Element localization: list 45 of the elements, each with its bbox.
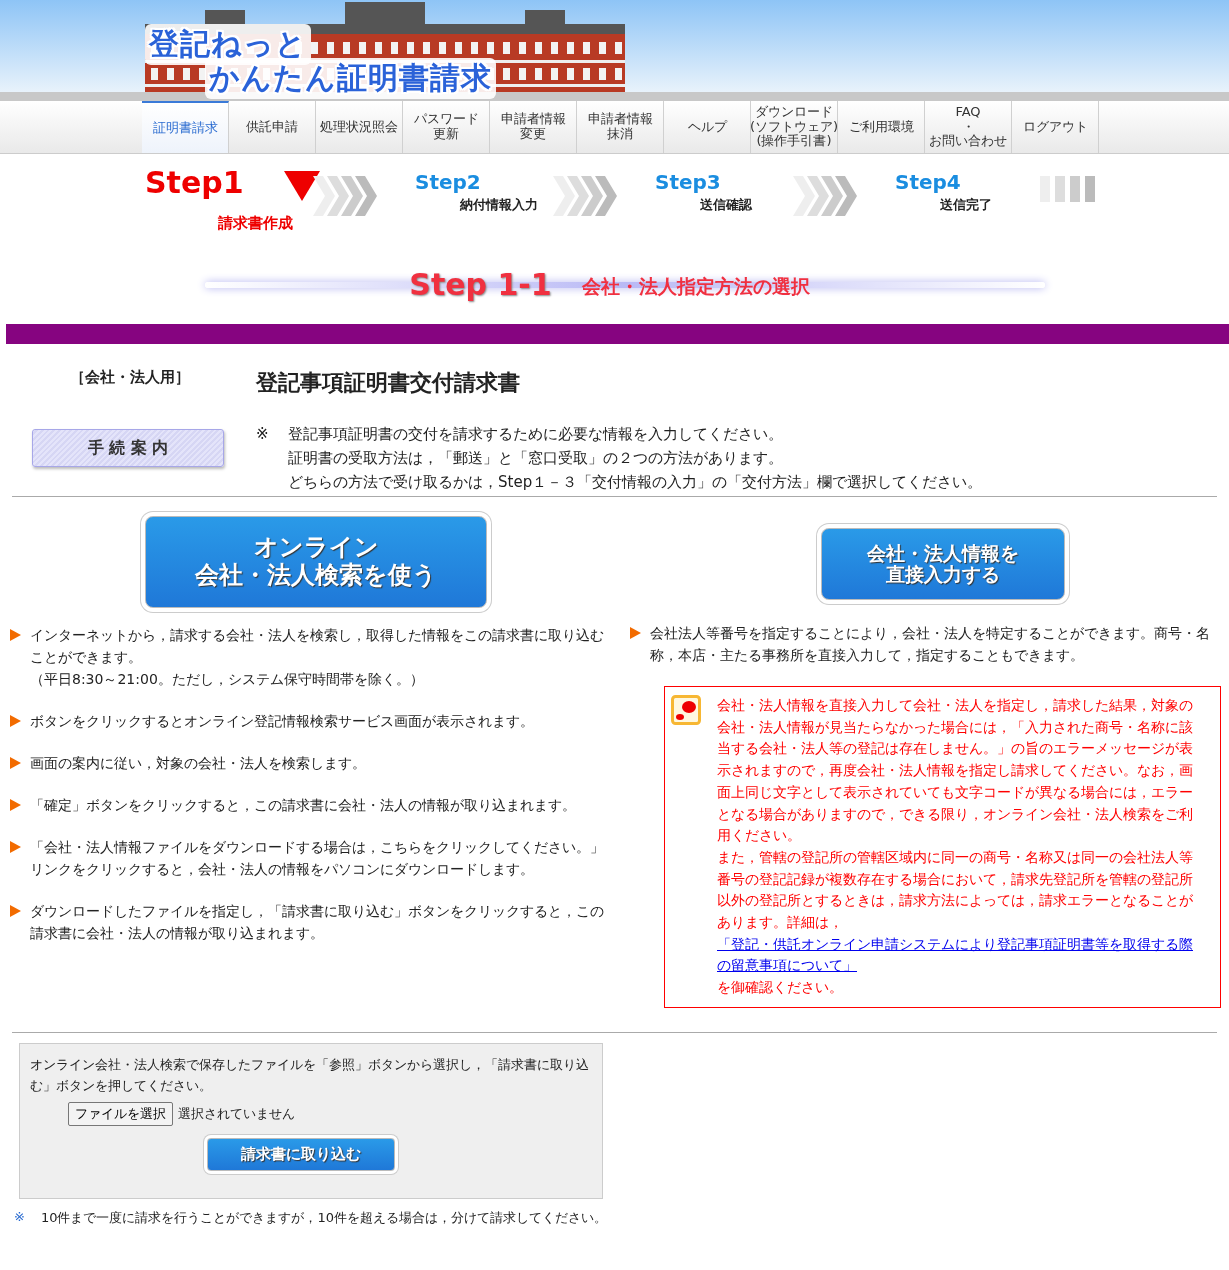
- bullet-text: ボタンをクリックするとオンライン登記情報検索サービス画面が表示されます。: [30, 712, 534, 731]
- form-title: 登記事項証明書交付請求書: [256, 369, 521, 397]
- step-label: Step3: [655, 170, 721, 194]
- note-text: 登記事項証明書の交付を請求するために必要な情報を入力してください。: [288, 424, 784, 445]
- bullet-text: 「会社・法人情報ファイルをダウンロードする場合は，こちらをクリックしてください。」リンクをクリックすると，会社・法人の情報をパソコンにダウンロードします。: [30, 838, 605, 879]
- bullet-text: 画面の案内に従い，対象の会社・法人を検索します。: [30, 754, 366, 773]
- nav-tab[interactable]: ダウンロード (ソフトウェア) (操作手引書): [751, 101, 838, 153]
- warning-text: 会社・法人情報を直接入力して会社・法人を指定し，請求した結果，対象の会社・法人情報が見当たらなかった場合には，「入力された商号・名称に該当する会社・法人等の登記は存在しません。」の旨のエラーメッセージが表示されますので，再度会社・法人情報を指定し請求してください。なお，画面上同じ文字として表示されていても文字コードが異なる場合には，エラーとなる場合がありますので，できる限り，オンライン会社・法人検索をご利用ください。: [717, 696, 1194, 846]
- nav-tab[interactable]: 申請者情報 変更: [490, 101, 577, 153]
- note-text: どちらの方法で受け取るかは，Step１－３「交付情報の入力」の「交付方法」欄で選択してください。: [288, 472, 983, 493]
- footnote-text: 10件まで一度に請求を行うことができますが，10件を超える場合は，分けて請求してください。: [40, 1208, 607, 1227]
- bullet-text: 会社法人等番号を指定することにより，会社・法人を特定することができます。商号・名称，本店・主たる事務所を直接入力して，指定することもできます。: [650, 624, 1211, 665]
- warning-text: また，管轄の登記所の管轄区域内に同一の商号・名称又は同一の会社法人等番号の登記記録が複数存在する場合において，請求先登記所を管轄の登記所以外の登記所とするときは，請求方法によっては，請求エラーとなることがあります。詳細は， 「登記・供託オンライン申請システムにより登記事項証明書等を取得する際の留意事項について」 を御確認ください。: [717, 846, 1206, 999]
- nav-tab[interactable]: ヘルプ: [664, 101, 751, 153]
- substep-label: Step 1-1: [409, 266, 552, 302]
- step-label: Step4: [895, 170, 961, 194]
- step-caption: 請求書作成: [218, 214, 294, 233]
- nav-tab[interactable]: ログアウト: [1012, 101, 1099, 153]
- bullet-text: インターネットから，請求する会社・法人を検索し，取得した情報をこの請求書に取り込むことができます。: [30, 626, 605, 667]
- file-status: 選択されていません: [178, 1105, 295, 1124]
- bullet-text: ダウンロードしたファイルを指定し，「請求書に取り込む」ボタンをクリックすると，この請求書に会社・法人の情報が取り込まれます。: [30, 902, 605, 943]
- note-text: 証明書の受取方法は，「郵送」と「窓口受取」の２つの方法があります。: [288, 448, 784, 469]
- nav-tab[interactable]: ご利用環境: [838, 101, 925, 153]
- nav-tab[interactable]: FAQ ・ お問い合わせ: [925, 101, 1012, 153]
- form-category: ［会社・法人用］: [70, 368, 190, 387]
- site-logo-subtitle: かんたん証明書請求: [205, 58, 496, 99]
- step-label: Step1: [145, 164, 244, 200]
- step-caption: 送信確認: [700, 196, 753, 214]
- nav-tab[interactable]: 処理状況照会: [316, 101, 403, 153]
- bullet-text: （平日8:30～21:00。ただし，システム保守時間帯を除く。）: [30, 670, 425, 689]
- file-select-button[interactable]: ファイルを選択: [68, 1101, 173, 1126]
- bullet-text: 「確定」ボタンをクリックすると，この請求書に会社・法人の情報が取り込まれます。: [30, 796, 576, 815]
- step-label: Step2: [415, 170, 481, 194]
- upload-instruction: オンライン会社・法人検索で保存したファイルを「参照」ボタンから選択し，「請求書に取り込む」ボタンを押してください。: [30, 1055, 590, 1095]
- nav-tab[interactable]: 申請者情報 抹消: [577, 101, 664, 153]
- note-mark: ※: [256, 424, 270, 445]
- step-caption: 納付情報入力: [460, 196, 539, 214]
- section-title: 会社・法人指定方法の選択: [581, 274, 810, 299]
- nav-tab[interactable]: 供託申請: [229, 101, 316, 153]
- nav-tab[interactable]: 証明書請求: [142, 101, 229, 153]
- notice-link[interactable]: 「登記・供託オンライン申請システムにより登記事項証明書等を取得する際の留意事項について」: [717, 933, 1206, 978]
- guide-button[interactable]: 手 続 案 内: [32, 429, 224, 467]
- step-caption: 送信完了: [940, 196, 993, 214]
- footnote-mark: ※: [14, 1208, 25, 1226]
- nav-tab[interactable]: パスワード 更新: [403, 101, 490, 153]
